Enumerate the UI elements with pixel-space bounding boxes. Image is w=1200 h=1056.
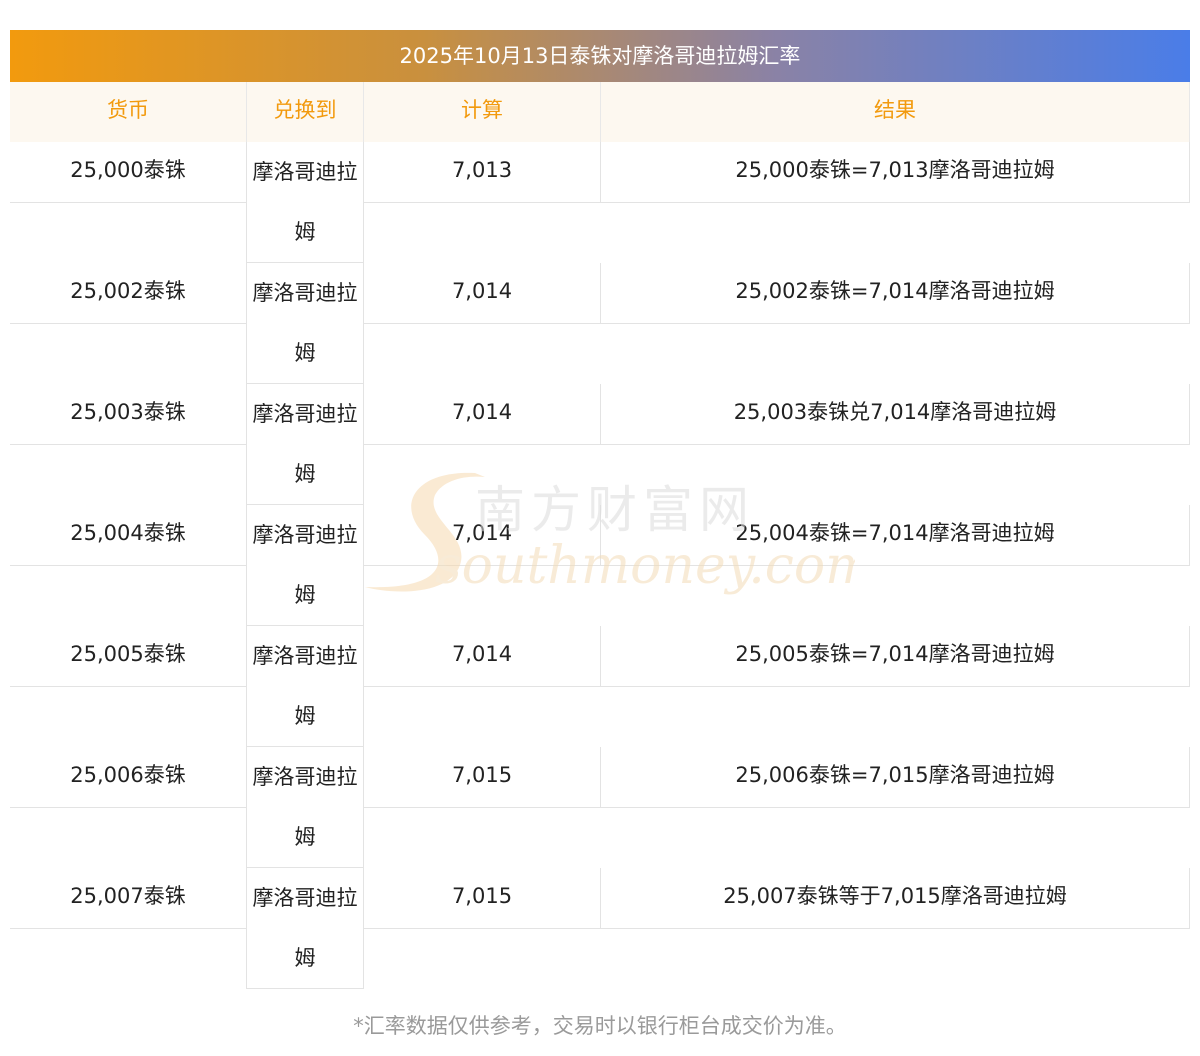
cell-calc: 7,013 (364, 142, 600, 203)
cell-convert-to: 摩洛哥迪拉姆 (246, 747, 364, 868)
page-title: 2025年10月13日泰铢对摩洛哥迪拉姆汇率 (10, 30, 1190, 82)
cell-calc: 7,015 (364, 747, 600, 808)
disclaimer-footnote: *汇率数据仅供参考，交易时以银行柜台成交价为准。 (353, 1014, 847, 1038)
cell-calc: 7,014 (364, 626, 600, 687)
header-currency: 货币 (107, 98, 149, 122)
table-row: 25,005泰铢 摩洛哥迪拉姆 7,014 25,005泰铢=7,014摩洛哥迪… (10, 626, 1190, 747)
cell-calc: 7,015 (364, 868, 600, 929)
cell-calc: 7,014 (364, 384, 600, 445)
table-row: 25,002泰铢 摩洛哥迪拉姆 7,014 25,002泰铢=7,014摩洛哥迪… (10, 263, 1190, 384)
cell-currency: 25,004泰铢 (10, 505, 246, 566)
cell-convert-to: 摩洛哥迪拉姆 (246, 868, 364, 989)
cell-result: 25,000泰铢=7,013摩洛哥迪拉姆 (600, 142, 1190, 203)
table-header: 货币 兑换到 计算 结果 (10, 82, 1190, 142)
header-result: 结果 (600, 82, 1190, 142)
cell-convert-to: 摩洛哥迪拉姆 (246, 505, 364, 626)
cell-currency: 25,000泰铢 (10, 142, 246, 203)
cell-calc: 7,014 (364, 505, 600, 566)
cell-currency: 25,002泰铢 (10, 263, 246, 324)
cell-convert-to: 摩洛哥迪拉姆 (246, 626, 364, 747)
table-row: 25,007泰铢 摩洛哥迪拉姆 7,015 25,007泰铢等于7,015摩洛哥… (10, 868, 1190, 989)
table-row: 25,000泰铢 摩洛哥迪拉姆 7,013 25,000泰铢=7,013摩洛哥迪… (10, 142, 1190, 263)
cell-convert-to: 摩洛哥迪拉姆 (246, 263, 364, 384)
cell-result: 25,006泰铢=7,015摩洛哥迪拉姆 (600, 747, 1190, 808)
header-calc: 计算 (461, 98, 503, 122)
table-row: 25,003泰铢 摩洛哥迪拉姆 7,014 25,003泰铢兑7,014摩洛哥迪… (10, 384, 1190, 505)
table-body: 25,000泰铢 摩洛哥迪拉姆 7,013 25,000泰铢=7,013摩洛哥迪… (10, 142, 1190, 989)
header-convert-to: 兑换到 (246, 82, 364, 142)
cell-currency: 25,006泰铢 (10, 747, 246, 808)
table-row: 25,004泰铢 摩洛哥迪拉姆 7,014 25,004泰铢=7,014摩洛哥迪… (10, 505, 1190, 626)
cell-currency: 25,007泰铢 (10, 868, 246, 929)
table-row: 25,006泰铢 摩洛哥迪拉姆 7,015 25,006泰铢=7,015摩洛哥迪… (10, 747, 1190, 868)
cell-result: 25,007泰铢等于7,015摩洛哥迪拉姆 (600, 868, 1190, 929)
cell-calc: 7,014 (364, 263, 600, 324)
cell-convert-to: 摩洛哥迪拉姆 (246, 142, 364, 263)
cell-currency: 25,005泰铢 (10, 626, 246, 687)
cell-currency: 25,003泰铢 (10, 384, 246, 445)
cell-result: 25,005泰铢=7,014摩洛哥迪拉姆 (600, 626, 1190, 687)
cell-result: 25,004泰铢=7,014摩洛哥迪拉姆 (600, 505, 1190, 566)
cell-result: 25,003泰铢兑7,014摩洛哥迪拉姆 (600, 384, 1190, 445)
cell-result: 25,002泰铢=7,014摩洛哥迪拉姆 (600, 263, 1190, 324)
cell-convert-to: 摩洛哥迪拉姆 (246, 384, 364, 505)
